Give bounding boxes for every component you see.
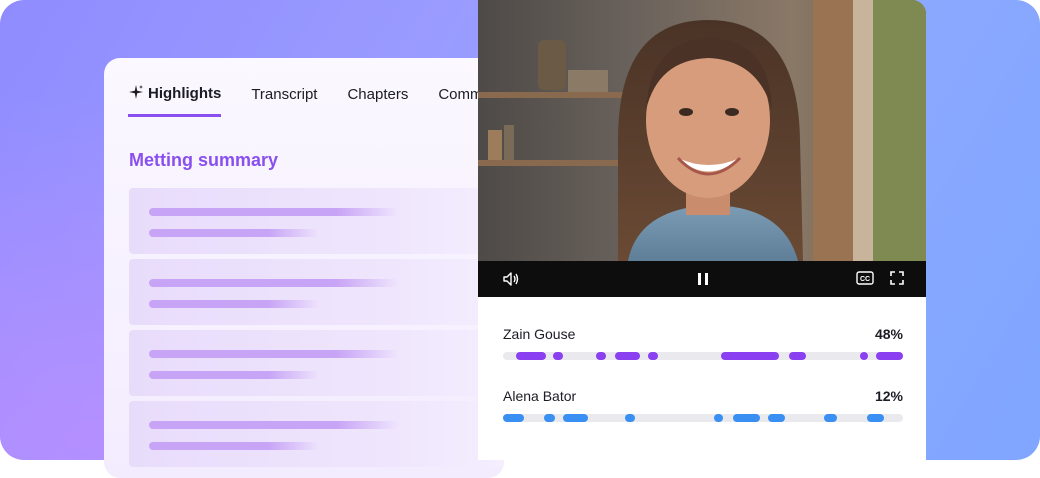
tab-transcript[interactable]: Transcript (251, 84, 317, 117)
speaker-name: Zain Gouse (503, 326, 576, 342)
tab-label: Highlights (148, 84, 222, 102)
tab-highlights[interactable]: Highlights (128, 84, 222, 117)
talk-segment[interactable] (503, 414, 524, 422)
text-placeholder-line (149, 279, 399, 287)
tab-chapters[interactable]: Chapters (347, 84, 408, 117)
speaker-stats: Zain Gouse 48% Alena Bator 12% (503, 326, 903, 450)
text-placeholder-line (149, 350, 399, 358)
captions-label: CC (860, 276, 870, 283)
talk-segment[interactable] (824, 414, 837, 422)
fullscreen-icon[interactable] (889, 270, 905, 291)
talk-segment[interactable] (721, 352, 779, 360)
talk-segment[interactable] (714, 414, 723, 422)
summary-card[interactable] (129, 330, 504, 396)
speaker-row: Alena Bator 12% (503, 388, 903, 450)
text-placeholder-line (149, 371, 319, 379)
talk-segment[interactable] (615, 352, 640, 360)
pause-icon[interactable] (696, 271, 710, 292)
text-placeholder-line (149, 442, 319, 450)
speaker-timeline[interactable] (503, 352, 903, 360)
speaker-icon[interactable] (502, 270, 520, 293)
tab-label: Comm (438, 86, 483, 103)
speaker-name: Alena Bator (503, 388, 577, 404)
summary-card[interactable] (129, 188, 504, 254)
talk-segment[interactable] (516, 352, 546, 360)
talk-segment[interactable] (625, 414, 635, 422)
talk-segment[interactable] (789, 352, 806, 360)
text-placeholder-line (149, 229, 319, 237)
tab-label: Chapters (347, 86, 409, 103)
speaker-percent: 12% (874, 388, 903, 404)
talk-segment[interactable] (768, 414, 785, 422)
talk-segment[interactable] (648, 352, 658, 360)
text-placeholder-line (149, 300, 319, 308)
tab-bar: Highlights Transcript Chapters Comm (128, 84, 504, 117)
text-placeholder-line (149, 421, 399, 429)
talk-segment[interactable] (544, 414, 555, 422)
summary-card[interactable] (129, 401, 504, 467)
text-placeholder-line (149, 208, 399, 216)
talk-segment[interactable] (563, 414, 588, 422)
speaker-video-illustration (478, 0, 926, 261)
talk-segment[interactable] (596, 352, 606, 360)
player-controls: CC (478, 261, 926, 297)
talk-segment[interactable] (860, 352, 868, 360)
captions-icon[interactable]: CC (856, 271, 874, 290)
talk-segment[interactable] (553, 352, 563, 360)
tab-comments[interactable]: Comm (438, 84, 482, 117)
summary-title: Metting summary (129, 150, 279, 170)
talk-segment[interactable] (867, 414, 884, 422)
summary-panel: Highlights Transcript Chapters Comm Mett… (104, 58, 504, 478)
video-frame[interactable] (478, 0, 926, 261)
video-player: CC Zain Gouse 48% Alena Bator 12% (478, 0, 926, 460)
tab-label: Transcript (251, 86, 318, 103)
summary-cards (129, 188, 504, 472)
talk-segment[interactable] (733, 414, 760, 422)
sparkle-icon (128, 84, 144, 102)
speaker-percent: 48% (874, 326, 903, 342)
summary-card[interactable] (129, 259, 504, 325)
speaker-timeline[interactable] (503, 414, 903, 422)
speaker-row: Zain Gouse 48% (503, 326, 903, 388)
talk-segment[interactable] (876, 352, 903, 360)
